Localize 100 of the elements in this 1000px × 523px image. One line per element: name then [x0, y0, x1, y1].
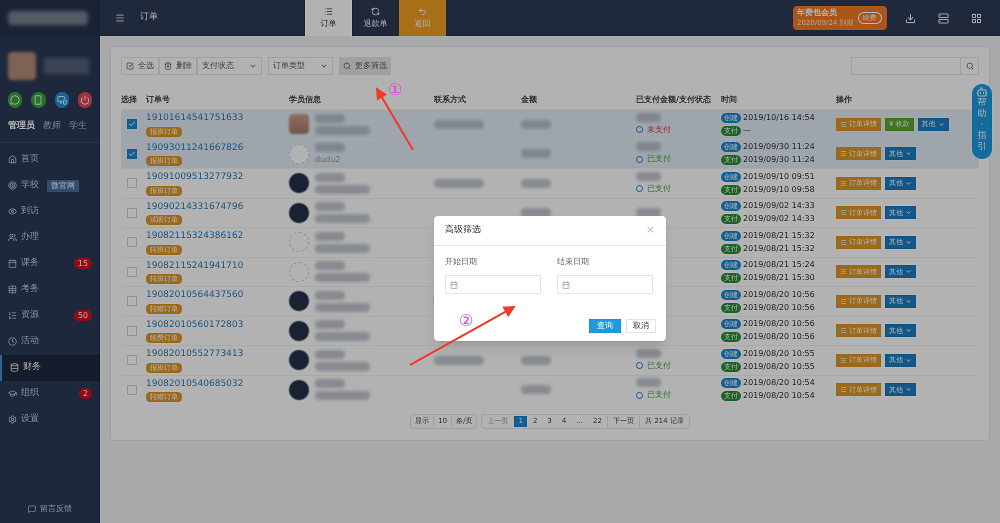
row-checkbox[interactable] [127, 148, 137, 159]
order-number-link[interactable]: 19082115324386162 [146, 230, 244, 244]
menu-icon [8, 311, 17, 320]
sidebar-item[interactable]: 办理 [0, 224, 100, 250]
select-all-button[interactable]: 全选 [121, 57, 159, 75]
power-icon[interactable] [78, 92, 92, 108]
feedback-link[interactable]: 留言反馈 [40, 503, 72, 515]
order-number-link[interactable]: 19093011241667826 [146, 142, 244, 155]
cancel-button[interactable]: 取消 [626, 319, 656, 333]
help-tab[interactable]: 帮 助 · 指 引 [972, 84, 992, 159]
membership-title: 年费包会员 [797, 7, 838, 18]
grid-icon[interactable] [971, 12, 982, 24]
order-number-link[interactable]: 19101614541751633 [146, 112, 244, 126]
caret-icon [905, 327, 912, 334]
payment-status: 已支付 [647, 360, 671, 372]
order-type-select[interactable]: 订单类型 [268, 57, 333, 75]
sidebar-item[interactable]: 到访 [0, 198, 100, 224]
avatar [289, 114, 309, 134]
order-number-link[interactable]: 19082115241941710 [146, 260, 244, 273]
created-time: 2019/09/30 11:24 [743, 141, 815, 154]
sidebar-item[interactable]: 学校 微官网 [0, 172, 100, 198]
query-button[interactable]: 查询 [589, 319, 621, 333]
calendar-icon [562, 280, 570, 288]
created-time: 2019/09/02 14:33 [743, 200, 815, 212]
user-avatar [8, 52, 36, 80]
order-number-link[interactable]: 19091009513277932 [146, 171, 244, 184]
created-time: 2019/08/20 10:56 [743, 288, 815, 301]
avatar [289, 380, 309, 400]
column-header: 联系方式 [434, 95, 466, 104]
list-icon [840, 180, 847, 187]
role-tab[interactable]: 管理员 [8, 120, 35, 134]
paid-time: 2019/08/20 10:56 [743, 302, 815, 314]
paid-time: 2019/08/20 10:55 [743, 360, 815, 373]
calendar-icon [450, 280, 458, 288]
delete-button[interactable]: 删除 [159, 57, 197, 75]
menu-icon [8, 207, 17, 216]
menu-icon [8, 337, 17, 346]
more-filter-button[interactable]: 更多筛选 [339, 57, 391, 75]
created-time: 2019/10/16 14:54 [743, 112, 815, 124]
sidebar-item[interactable]: 设置 [0, 406, 100, 432]
created-time: 2019/08/21 15:32 [743, 230, 815, 242]
download-icon[interactable] [905, 12, 916, 24]
role-tab[interactable]: 教师 [43, 120, 61, 134]
sidebar-item[interactable]: 组织 2 [0, 380, 100, 406]
order-number-link[interactable]: 19090214331674796 [146, 200, 244, 214]
pay-status-select[interactable]: 支付状态 [197, 57, 262, 75]
paid-time: 2019/09/30 11:24 [743, 154, 815, 166]
chat-icon [28, 505, 36, 513]
sidebar-item[interactable]: 财务 [0, 354, 100, 380]
payment-status: 已支付 [647, 389, 671, 402]
order-number-link[interactable]: 19082010564437560 [146, 289, 244, 302]
row-checkbox[interactable] [127, 119, 137, 130]
phone-icon[interactable] [31, 92, 46, 108]
order-number-link[interactable]: 19082010552773413 [146, 348, 244, 362]
page-title: 订单 [140, 11, 159, 24]
caret-icon [905, 386, 912, 394]
payment-status: 已支付 [647, 182, 671, 195]
status-ring-icon [636, 185, 643, 192]
list-icon [840, 356, 847, 364]
tab-icon [371, 6, 380, 16]
list-icon [840, 298, 847, 305]
dialog-title: 高级筛选 [445, 224, 481, 237]
paid-time: 2019/08/21 15:30 [743, 272, 815, 284]
caret-icon [905, 238, 912, 246]
end-date-field[interactable] [557, 275, 653, 294]
sidebar-item[interactable]: 资源 50 [0, 302, 100, 328]
avatar [289, 202, 309, 223]
trash-icon [164, 62, 172, 70]
top-tab[interactable]: 返回 [399, 0, 446, 36]
sidebar-item[interactable]: 课务 15 [0, 250, 100, 276]
checkbox-icon [126, 62, 134, 70]
search-field[interactable] [851, 57, 979, 75]
order-number-link[interactable]: 19082010540685032 [146, 378, 244, 391]
top-tab[interactable]: 订单 [305, 0, 352, 36]
paid-time: 2019/08/21 15:32 [743, 242, 815, 255]
avatar [289, 320, 309, 341]
sidebar-item[interactable]: 活动 [0, 328, 100, 354]
screen-icon[interactable] [54, 92, 69, 108]
sidebar-item[interactable]: 考务 [0, 276, 100, 302]
sidebar-item[interactable]: 首页 [0, 146, 100, 172]
caret-icon [938, 120, 945, 128]
order-number-link[interactable]: 19082010560172803 [146, 318, 244, 332]
column-header: 订单号 [146, 95, 170, 104]
list-icon[interactable] [938, 12, 949, 24]
role-tab[interactable]: 学生 [69, 120, 87, 134]
payment-status: 未支付 [647, 124, 671, 136]
column-header: 学员信息 [289, 95, 321, 104]
created-time: 2019/08/20 10:54 [743, 377, 815, 390]
annotation-number: ① [388, 82, 402, 98]
caret-icon [905, 180, 912, 187]
menu-icon [8, 181, 17, 190]
list-icon [840, 327, 847, 334]
list-icon [840, 150, 847, 158]
start-date-field[interactable] [445, 275, 541, 294]
top-tab[interactable]: 退款单 [352, 0, 399, 36]
search-icon[interactable] [966, 62, 974, 70]
start-date-label: 开始日期 [445, 256, 478, 268]
chevron-icon [320, 62, 328, 70]
wechat-icon[interactable] [8, 92, 22, 108]
menu-icon[interactable] [115, 13, 125, 23]
